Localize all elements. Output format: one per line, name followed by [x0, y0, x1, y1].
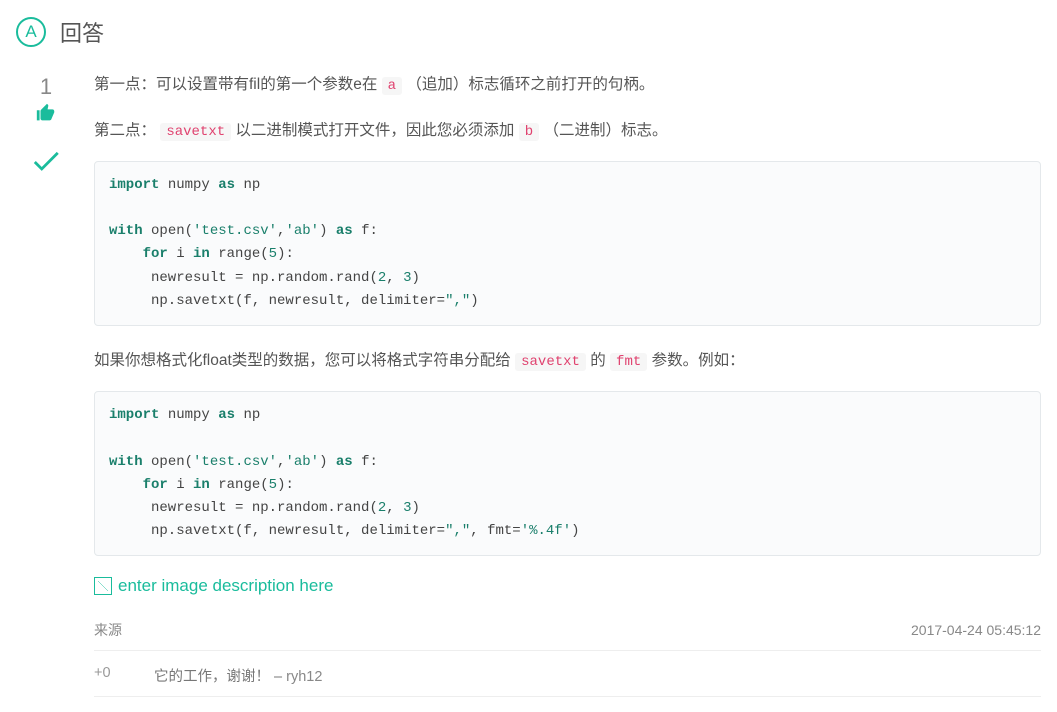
code-block-2: import numpy as np with open('test.csv',…: [94, 391, 1041, 556]
paragraph-1: 第一点：可以设置带有fil的第一个参数e在 a （追加）标志循环之前打开的句柄。: [94, 70, 1041, 100]
inline-code: a: [382, 77, 402, 95]
answer-header: A 回答: [16, 16, 1041, 48]
text: 以二进制模式打开文件，因此您必须添加: [231, 122, 519, 139]
text: （追加）标志循环之前打开的句柄。: [402, 76, 654, 93]
inline-code: savetxt: [160, 123, 231, 141]
text: 如果你想格式化float类型的数据，您可以将格式字符串分配给: [94, 352, 515, 369]
inline-code: fmt: [610, 353, 647, 371]
image-link[interactable]: enter image description here: [94, 576, 333, 596]
comment-score: +0: [94, 665, 124, 686]
broken-image-icon: [94, 577, 112, 595]
text: 第一点：可以设置带有fil的第一个参数e在: [94, 76, 382, 93]
upvote-icon[interactable]: [35, 102, 57, 130]
source-link[interactable]: 来源: [94, 620, 122, 640]
paragraph-3: 如果你想格式化float类型的数据，您可以将格式字符串分配给 savetxt 的…: [94, 346, 1041, 376]
text: 的: [586, 352, 610, 369]
text: （二进制）标志。: [539, 122, 667, 139]
image-alt-text: enter image description here: [118, 576, 333, 596]
comment-separator: –: [270, 669, 286, 685]
answer-badge-icon: A: [16, 17, 46, 47]
vote-count: 1: [40, 74, 52, 100]
inline-code: savetxt: [515, 353, 586, 371]
answer-content: 第一点：可以设置带有fil的第一个参数e在 a （追加）标志循环之前打开的句柄。…: [94, 70, 1041, 697]
comment-row: +0 它的工作，谢谢！ – ryh12: [94, 665, 1041, 697]
comment-author[interactable]: ryh12: [286, 669, 322, 685]
text: 第二点：: [94, 122, 160, 139]
paragraph-2: 第二点： savetxt 以二进制模式打开文件，因此您必须添加 b （二进制）标…: [94, 116, 1041, 146]
comment-text: 它的工作，谢谢！: [154, 669, 270, 685]
timestamp: 2017-04-24 05:45:12: [911, 622, 1041, 638]
meta-row: 来源 2017-04-24 05:45:12: [94, 620, 1041, 651]
comment-body: 它的工作，谢谢！ – ryh12: [154, 665, 322, 686]
vote-column: 1: [16, 70, 76, 697]
inline-code: b: [519, 123, 539, 141]
answer-heading: 回答: [60, 16, 104, 48]
text: 参数。例如：: [647, 352, 744, 369]
code-block-1: import numpy as np with open('test.csv',…: [94, 161, 1041, 326]
accepted-check-icon: [29, 144, 63, 178]
